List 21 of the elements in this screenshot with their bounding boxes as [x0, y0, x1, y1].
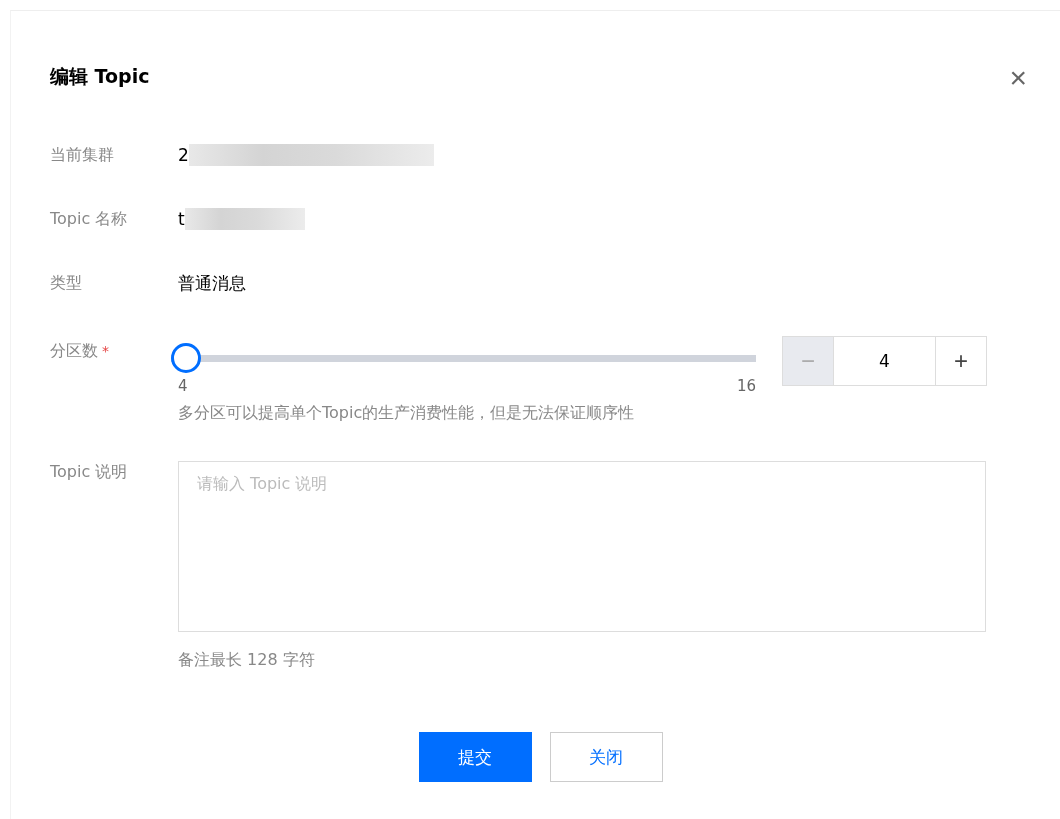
field-label: 当前集群 — [50, 145, 114, 164]
field-value: 2 — [178, 144, 189, 166]
field-label: Topic 名称 — [50, 209, 128, 228]
number-input[interactable]: 4 — [834, 336, 935, 386]
required-mark: * — [102, 343, 109, 359]
field-label: Topic 说明 — [50, 462, 128, 481]
slider-thumb[interactable] — [171, 343, 201, 373]
close-dialog-button[interactable]: 关闭 — [549, 732, 663, 782]
dialog-title: 编辑 Topic — [50, 63, 150, 89]
slider-min-label: 4 — [178, 377, 188, 395]
increment-button[interactable]: + — [935, 336, 987, 386]
hint-text: 多分区可以提高单个Topic的生产消费性能，但是无法保证顺序性 — [178, 403, 636, 424]
field-label: 分区数 — [50, 341, 98, 360]
submit-button[interactable]: 提交 — [418, 732, 532, 782]
field-value: t — [178, 208, 185, 230]
field-value: 普通消息 — [178, 272, 246, 294]
field-label: 类型 — [50, 273, 82, 292]
close-button[interactable]: × — [1009, 62, 1027, 93]
slider-max-label: 16 — [736, 377, 756, 395]
description-field[interactable]: 请输入 Topic 说明 — [178, 461, 986, 632]
hint-text: 备注最长 128 字符 — [178, 650, 316, 671]
